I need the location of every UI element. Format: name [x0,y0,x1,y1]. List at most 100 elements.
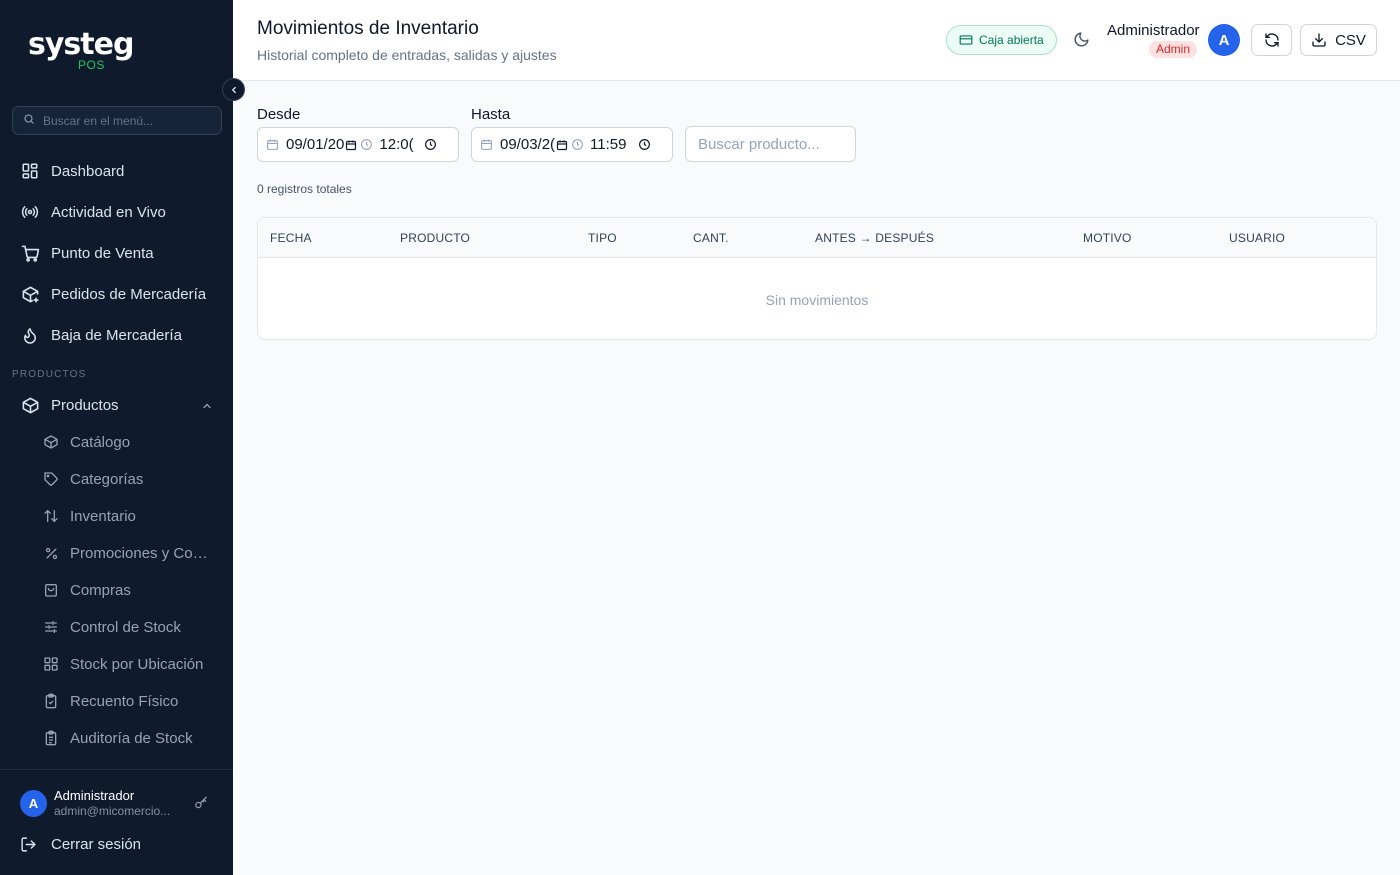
sidebar-item-label: Dashboard [51,162,125,180]
calendar-icon [480,138,493,151]
sidebar-subitem-promociones[interactable]: Promociones y Com... [0,537,233,569]
dashboard-icon [20,161,40,181]
caja-status-label: Caja abierta [979,33,1044,47]
sidebar-subitem-categorias[interactable]: Categorías [0,463,233,495]
sidebar-subitem-label: Categorías [70,470,144,488]
sidebar-search[interactable] [12,106,222,135]
calendar-icon [266,138,279,151]
refresh-button[interactable] [1251,24,1292,56]
from-date-value[interactable]: 09/01/20 [286,136,344,153]
empty-state-message: Sin movimientos [765,292,869,308]
shopping-bag-icon [42,581,60,599]
records-count: 0 registros totales [257,182,352,196]
time-picker-icon[interactable] [424,138,437,151]
logout-button[interactable]: Cerrar sesión [20,836,141,853]
sidebar-user-name: Administrador [54,788,135,803]
from-time-value[interactable]: 12:0( [379,136,413,153]
arrows-updown-icon [42,507,60,525]
column-header-cant[interactable]: CANT. [693,231,729,245]
brand-name: systeg [28,27,134,62]
sidebar-group-productos[interactable]: Productos [0,387,233,423]
to-datetime-input[interactable]: 09/03/2( 11:59 [471,127,673,162]
refresh-icon [1264,32,1280,48]
sidebar-group-label: Productos [51,396,119,414]
package-plus-icon [20,284,40,304]
credit-card-icon [959,33,973,47]
sliders-icon [42,618,60,636]
page-title: Movimientos de Inventario [257,18,479,39]
from-label: Desde [257,106,301,123]
clock-icon [360,138,373,151]
from-datetime-input[interactable]: 09/01/20 12:0( [257,127,459,162]
tag-icon [42,470,60,488]
column-header-tipo[interactable]: TIPO [588,231,617,245]
sidebar-subitem-stock-ubicacion[interactable]: Stock por Ubicación [0,648,233,680]
brand-logo[interactable]: systeg POS [28,27,134,73]
sidebar-subitem-label: Control de Stock [70,618,181,636]
avatar[interactable]: A [1208,24,1240,56]
sidebar-item-dashboard[interactable]: Dashboard [0,153,233,189]
sidebar-item-pedidos[interactable]: Pedidos de Mercadería [0,276,233,312]
page-subtitle: Historial completo de entradas, salidas … [257,47,557,63]
sidebar-item-label: Baja de Mercadería [51,326,182,344]
sidebar-subitem-recuento[interactable]: Recuento Físico [0,685,233,717]
to-label: Hasta [471,106,511,123]
sidebar-subitem-control-stock[interactable]: Control de Stock [0,611,233,643]
header-user-name: Administrador [1107,22,1200,39]
calendar-picker-icon[interactable] [345,139,357,151]
sidebar-item-actividad[interactable]: Actividad en Vivo [0,194,233,230]
clock-icon [571,138,584,151]
export-csv-label: CSV [1335,31,1366,49]
sidebar-item-label: Punto de Venta [51,244,154,262]
column-header-fecha[interactable]: FECHA [270,231,312,245]
sidebar: systeg POS Dashboard Actividad en Vivo P… [0,0,233,875]
flame-icon [20,325,40,345]
sidebar-item-punto-de-venta[interactable]: Punto de Venta [0,235,233,271]
sidebar-subitem-label: Stock por Ubicación [70,655,204,673]
broadcast-icon [20,202,40,222]
table-header: FECHA PRODUCTO TIPO CANT. ANTES → DESPUÉ… [258,218,1376,258]
sidebar-subitem-label: Recuento Físico [70,692,179,710]
sidebar-item-baja[interactable]: Baja de Mercadería [0,317,233,353]
sidebar-subitem-compras[interactable]: Compras [0,574,233,606]
sidebar-subitem-label: Catálogo [70,433,131,451]
moon-icon[interactable] [1073,31,1090,48]
avatar[interactable]: A [20,790,47,817]
export-csv-button[interactable]: CSV [1300,24,1377,56]
key-icon[interactable] [194,796,208,815]
to-time-value[interactable]: 11:59 [590,136,626,153]
sidebar-subitem-label: Compras [70,581,131,599]
chevron-left-icon [229,85,239,95]
sidebar-subitem-catalogo[interactable]: Catálogo [0,426,233,458]
time-picker-icon[interactable] [638,138,651,151]
search-icon [23,112,35,130]
caja-status-badge[interactable]: Caja abierta [946,25,1057,55]
percent-icon [42,544,60,562]
role-badge: Admin [1149,41,1198,58]
logout-label: Cerrar sesión [51,836,142,853]
sidebar-subitem-label: Inventario [70,507,136,525]
product-search-input[interactable] [685,126,856,162]
movements-table: FECHA PRODUCTO TIPO CANT. ANTES → DESPUÉ… [257,217,1377,340]
calendar-picker-icon[interactable] [556,139,568,151]
sidebar-subitem-label: Promociones y Com... [70,544,212,562]
column-header-producto[interactable]: PRODUCTO [400,231,470,245]
chevron-up-icon[interactable] [201,399,213,416]
clipboard-list-icon [42,729,60,747]
grid-icon [42,655,60,673]
column-header-usuario[interactable]: USUARIO [1229,231,1285,245]
column-header-motivo[interactable]: MOTIVO [1083,231,1132,245]
cart-icon [20,243,40,263]
box-icon [20,395,40,415]
download-icon [1311,32,1327,48]
sidebar-collapse-button[interactable] [222,78,245,101]
sidebar-footer: A Administrador admin@micomercio... Cerr… [0,769,233,875]
page-header: Movimientos de Inventario Historial comp… [233,0,1400,81]
sidebar-search-input[interactable] [43,113,213,128]
sidebar-subitem-auditoria[interactable]: Auditoría de Stock [0,722,233,754]
column-header-antes-despues[interactable]: ANTES → DESPUÉS [815,231,934,245]
sidebar-subitem-inventario[interactable]: Inventario [0,500,233,532]
to-date-value[interactable]: 09/03/2( [500,136,555,153]
sidebar-item-label: Actividad en Vivo [51,203,166,221]
sidebar-item-label: Pedidos de Mercadería [51,285,207,303]
